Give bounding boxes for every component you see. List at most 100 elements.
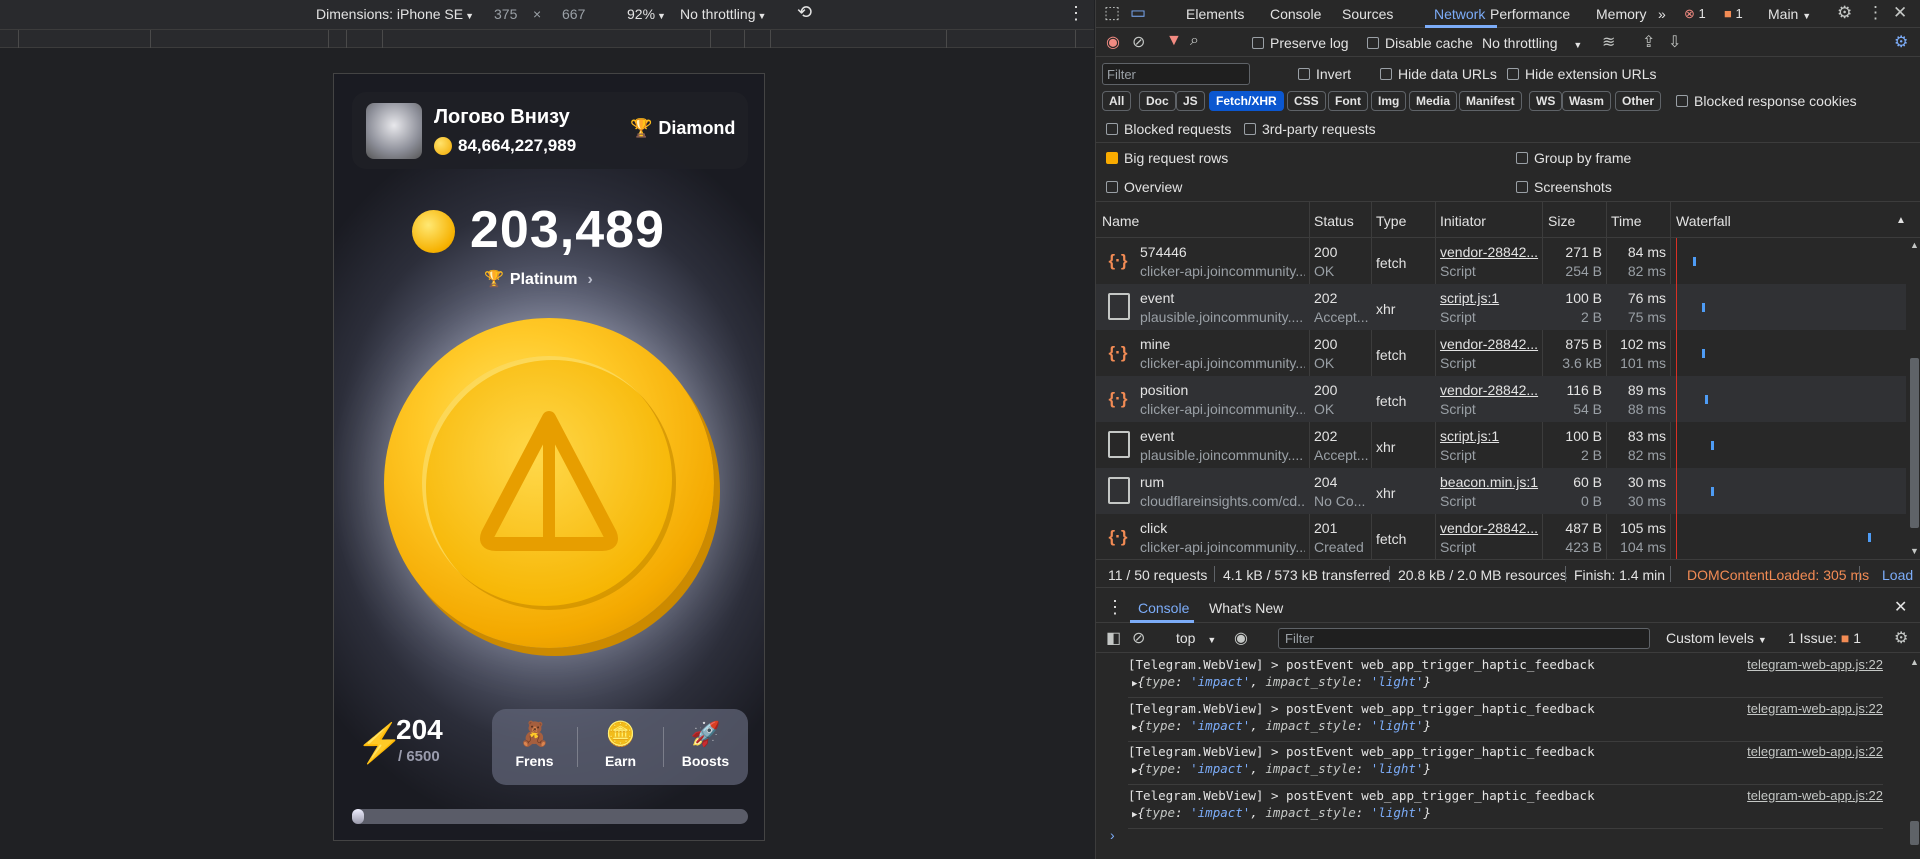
scrollbar-thumb[interactable] — [1910, 821, 1919, 845]
more-options-icon[interactable]: ⋮ — [1867, 3, 1884, 23]
clear-icon[interactable]: ⊘ — [1132, 32, 1145, 52]
chip-all[interactable]: All — [1102, 91, 1132, 111]
chip-media[interactable]: Media — [1409, 91, 1458, 111]
initiator-link[interactable]: vendor-28842... — [1440, 382, 1540, 398]
chip-js[interactable]: JS — [1176, 91, 1205, 111]
initiator-link[interactable]: script.js:1 — [1440, 290, 1540, 306]
scroll-up-icon[interactable]: ▲ — [1910, 657, 1919, 667]
network-filter-input[interactable]: Filter — [1102, 63, 1250, 85]
table-row[interactable]: {·} click clicker-api.joincommunity... 201 C… — [1096, 514, 1906, 560]
dimensions-dropdown[interactable]: Dimensions: iPhone SE ▼ — [316, 6, 474, 22]
import-har-icon[interactable]: ⇪ — [1642, 32, 1655, 52]
message-source-link[interactable]: telegram-web-app.js:22 — [1747, 657, 1883, 672]
hide-extension-urls-checkbox[interactable]: Hide extension URLs — [1507, 66, 1657, 82]
context-select[interactable]: Main ▼ — [1768, 6, 1811, 22]
tab-memory[interactable]: Memory — [1596, 6, 1647, 22]
record-icon[interactable]: ◉ — [1106, 32, 1120, 52]
invert-checkbox[interactable]: Invert — [1298, 66, 1351, 82]
screenshots-checkbox[interactable]: Screenshots — [1516, 179, 1612, 195]
drawer-tab-console[interactable]: Console — [1138, 600, 1189, 616]
hide-data-urls-checkbox[interactable]: Hide data URLs — [1380, 66, 1497, 82]
tab-network[interactable]: Network — [1434, 6, 1485, 22]
scroll-down-icon[interactable]: ▼ — [1910, 546, 1919, 556]
col-waterfall[interactable]: Waterfall — [1676, 213, 1731, 229]
device-toggle-icon[interactable]: ▭ — [1130, 3, 1146, 23]
errors-badge[interactable]: ⊗ 1 — [1684, 6, 1706, 22]
chip-fetch-xhr[interactable]: Fetch/XHR — [1209, 91, 1284, 111]
filter-icon[interactable]: ▼ — [1166, 32, 1182, 50]
console-filter-input[interactable]: Filter — [1278, 628, 1650, 649]
tap-coin[interactable] — [384, 318, 714, 648]
drawer-tab-whats-new[interactable]: What's New — [1209, 600, 1283, 616]
tab-performance[interactable]: Performance — [1490, 6, 1570, 22]
close-drawer-icon[interactable]: ✕ — [1894, 597, 1907, 617]
context-selector[interactable]: top ▼ — [1176, 630, 1216, 646]
network-conditions-icon[interactable]: ≋ — [1602, 32, 1615, 52]
message-source-link[interactable]: telegram-web-app.js:22 — [1747, 701, 1883, 716]
message-source-link[interactable]: telegram-web-app.js:22 — [1747, 788, 1883, 803]
height-input[interactable]: 667 — [562, 6, 585, 22]
big-rows-checkbox[interactable]: Big request rows — [1106, 150, 1228, 166]
search-icon[interactable]: ⌕ — [1190, 32, 1199, 50]
boosts-button[interactable]: 🚀 Boosts — [663, 709, 748, 785]
earn-button[interactable]: 🪙 Earn — [578, 709, 663, 785]
sort-ascending-icon[interactable]: ▲ — [1896, 215, 1906, 226]
network-throttling-select[interactable]: No throttling ▼ — [1482, 35, 1582, 51]
message-object[interactable]: ▶{type: 'impact', impact_style: 'light'} — [1132, 761, 1431, 776]
console-settings-gear-icon[interactable]: ⚙ — [1894, 628, 1908, 648]
preserve-log-checkbox[interactable]: Preserve log — [1252, 35, 1349, 51]
more-tabs-icon[interactable]: » — [1658, 6, 1666, 22]
chip-ws[interactable]: WS — [1529, 91, 1563, 111]
scroll-up-icon[interactable]: ▲ — [1910, 240, 1919, 250]
initiator-link[interactable]: vendor-28842... — [1440, 336, 1540, 352]
col-time[interactable]: Time — [1611, 213, 1642, 229]
message-object[interactable]: ▶{type: 'impact', impact_style: 'light'} — [1132, 805, 1431, 820]
tab-elements[interactable]: Elements — [1186, 6, 1244, 22]
message-object[interactable]: ▶{type: 'impact', impact_style: 'light'} — [1132, 718, 1431, 733]
gear-icon[interactable]: ⚙ — [1837, 3, 1852, 23]
inspect-element-icon[interactable]: ⬚ — [1104, 3, 1120, 23]
log-levels-select[interactable]: Custom levels ▼ — [1666, 630, 1767, 646]
table-row[interactable]: event plausible.joincommunity.... 202 Accep… — [1096, 284, 1906, 330]
initiator-link[interactable]: vendor-28842... — [1440, 244, 1540, 260]
initiator-link[interactable]: script.js:1 — [1440, 428, 1540, 444]
message-object[interactable]: ▶{type: 'impact', impact_style: 'light'} — [1132, 674, 1431, 689]
chip-doc[interactable]: Doc — [1139, 91, 1176, 111]
disable-cache-checkbox[interactable]: Disable cache — [1367, 35, 1473, 51]
group-by-frame-checkbox[interactable]: Group by frame — [1516, 150, 1631, 166]
col-size[interactable]: Size — [1548, 213, 1575, 229]
tier-badge[interactable]: 🏆 Diamond — [630, 118, 735, 139]
initiator-link[interactable]: vendor-28842... — [1440, 520, 1540, 536]
chip-font[interactable]: Font — [1328, 91, 1368, 111]
chip-manifest[interactable]: Manifest — [1459, 91, 1522, 111]
table-row[interactable]: rum cloudflareinsights.com/cd... 204 No Co.… — [1096, 468, 1906, 514]
profile-header[interactable]: Логово Внизу 84,664,227,989 🏆 Diamond — [352, 92, 748, 169]
sidebar-toggle-icon[interactable]: ◧ — [1106, 628, 1121, 648]
third-party-checkbox[interactable]: 3rd-party requests — [1244, 121, 1376, 137]
console-prompt[interactable]: › — [1110, 827, 1115, 843]
col-status[interactable]: Status — [1314, 213, 1354, 229]
table-row[interactable]: {·} 574446 clicker-api.joincommunity... 200… — [1096, 238, 1906, 284]
table-row[interactable]: {·} mine clicker-api.joincommunity... 200 OK… — [1096, 330, 1906, 376]
eye-icon[interactable]: ◉ — [1234, 628, 1248, 648]
col-name[interactable]: Name — [1102, 213, 1139, 229]
close-icon[interactable]: ✕ — [1893, 3, 1907, 23]
frens-button[interactable]: 🧸 Frens — [492, 709, 577, 785]
overview-checkbox[interactable]: Overview — [1106, 179, 1182, 195]
chip-other[interactable]: Other — [1615, 91, 1662, 111]
chip-css[interactable]: CSS — [1287, 91, 1326, 111]
col-type[interactable]: Type — [1376, 213, 1406, 229]
table-scrollbar[interactable]: ▲ ▼ — [1908, 238, 1920, 560]
chip-img[interactable]: Img — [1371, 91, 1407, 111]
message-source-link[interactable]: telegram-web-app.js:22 — [1747, 744, 1883, 759]
network-settings-gear-icon[interactable]: ⚙ — [1894, 32, 1908, 52]
league-link[interactable]: 🏆 Platinum › — [484, 269, 593, 289]
chip-wasm[interactable]: Wasm — [1562, 91, 1611, 111]
zoom-dropdown[interactable]: 92% ▼ — [627, 6, 666, 22]
export-har-icon[interactable]: ⇩ — [1668, 32, 1681, 52]
issues-button[interactable]: 1 Issue: ■ 1 — [1788, 630, 1861, 646]
tab-sources[interactable]: Sources — [1342, 6, 1393, 22]
warnings-badge[interactable]: ■ 1 — [1724, 6, 1743, 21]
drawer-menu-icon[interactable]: ⋮ — [1106, 597, 1124, 618]
width-input[interactable]: 375 — [494, 6, 517, 22]
